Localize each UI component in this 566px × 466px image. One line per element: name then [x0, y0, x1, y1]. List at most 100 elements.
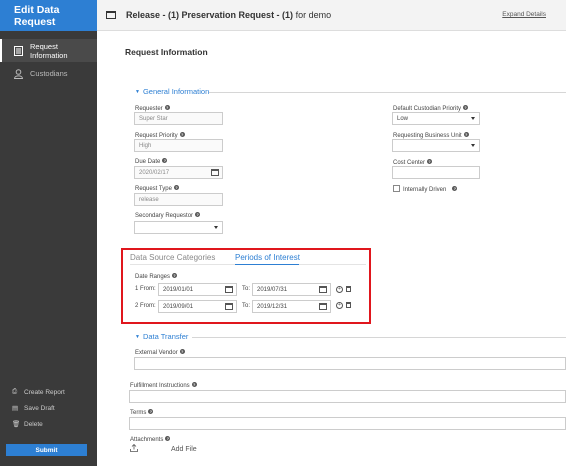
- default-custodian-priority-value: Low: [397, 115, 409, 122]
- date-from-value: 2019/09/01: [163, 303, 194, 310]
- fulfillment-instructions-field[interactable]: [129, 390, 566, 403]
- requester-field[interactable]: Super Star: [134, 112, 223, 125]
- calendar-icon[interactable]: [211, 169, 219, 176]
- sidebar-item-label: Custodians: [30, 69, 68, 78]
- due-date-label-text: Due Date: [135, 159, 161, 165]
- attachments-label-text: Attachments: [130, 437, 164, 443]
- date-to-value: 2019/12/31: [257, 303, 288, 310]
- sidebar-actions: ⎙ Create Report ▤ Save Draft 🗑 Delete: [0, 384, 97, 432]
- active-tab-underline: [235, 264, 299, 265]
- data-transfer-heading: Data Transfer: [142, 332, 189, 341]
- chevron-down-icon: [214, 226, 218, 229]
- add-range-icon[interactable]: +: [336, 302, 343, 309]
- internally-driven-label-text: Internally Driven: [403, 187, 447, 193]
- calendar-icon[interactable]: [319, 303, 327, 310]
- date-from-value: 2019/01/01: [163, 286, 194, 293]
- general-information-toggle[interactable]: ▼ General Information: [135, 87, 209, 96]
- default-custodian-priority-select[interactable]: Low: [392, 112, 480, 125]
- help-icon: ?: [463, 105, 469, 110]
- page-title-bold: Release - (1) Preservation Request - (1): [126, 10, 294, 20]
- sidebar-title: Edit Data Request: [0, 0, 97, 31]
- save-icon: ▤: [12, 405, 19, 412]
- request-type-label: Request Type?: [135, 185, 179, 192]
- date-ranges-label-text: Date Ranges: [135, 274, 171, 280]
- cost-center-label: Cost Center?: [393, 159, 433, 166]
- secondary-requestor-label: Secondary Requestor?: [135, 212, 201, 219]
- requesting-business-unit-label: Requesting Business Unit?: [393, 132, 469, 139]
- sidebar-item-custodians[interactable]: Custodians: [0, 62, 97, 85]
- request-type-field[interactable]: release: [134, 193, 223, 206]
- save-draft-button[interactable]: ▤ Save Draft: [0, 400, 97, 416]
- date-from-field[interactable]: 2019/01/01: [158, 283, 237, 296]
- user-icon: [14, 68, 23, 79]
- request-type-label-text: Request Type: [135, 186, 172, 192]
- cost-center-field[interactable]: [392, 166, 480, 179]
- chevron-down-icon: [471, 144, 475, 147]
- priority-label: Request Priority?: [135, 132, 185, 139]
- due-date-field[interactable]: 2020/02/17: [134, 166, 223, 179]
- page-title-rest: for demo: [293, 10, 332, 20]
- trash-icon[interactable]: [346, 302, 351, 308]
- attachments-label: Attachments?: [130, 436, 171, 443]
- trash-icon[interactable]: [346, 286, 351, 292]
- request-priority-field[interactable]: High: [134, 139, 223, 152]
- calendar-icon[interactable]: [225, 303, 233, 310]
- due-date-value: 2020/02/17: [139, 169, 170, 176]
- external-vendor-field[interactable]: [134, 357, 566, 370]
- sidebar-item-request-information[interactable]: Request Information: [0, 39, 97, 62]
- date-from-field[interactable]: 2019/09/01: [158, 300, 237, 313]
- fulfillment-instructions-label: Fulfillment Instructions?: [130, 382, 197, 389]
- sidebar-item-label: Request Information: [30, 41, 68, 60]
- sidebar: Edit Data Request Request Information Cu…: [0, 0, 97, 466]
- help-icon: ?: [164, 105, 170, 110]
- to-label: To:: [242, 286, 251, 292]
- add-file-button[interactable]: Add File: [171, 446, 197, 453]
- help-icon: ?: [191, 382, 197, 387]
- document-icon: [14, 45, 23, 56]
- help-icon: ?: [162, 158, 168, 163]
- section-title: Request Information: [125, 47, 208, 57]
- date-to-field[interactable]: 2019/12/31: [252, 300, 331, 313]
- tab-data-source-categories[interactable]: Data Source Categories: [130, 253, 215, 262]
- window-icon: [106, 11, 116, 19]
- help-icon: ?: [173, 185, 179, 190]
- sidebar-nav: Request Information Custodians: [0, 39, 97, 85]
- help-icon: ?: [172, 273, 178, 278]
- create-report-button[interactable]: ⎙ Create Report: [0, 384, 97, 400]
- calendar-icon[interactable]: [319, 286, 327, 293]
- terms-label-text: Terms: [130, 410, 147, 416]
- add-range-icon[interactable]: +: [336, 286, 343, 293]
- internally-driven-label: Internally Driven?: [403, 186, 458, 193]
- expand-details-link[interactable]: Expand Details: [502, 11, 546, 18]
- secondary-requestor-select[interactable]: [134, 221, 223, 234]
- terms-field[interactable]: [129, 417, 566, 430]
- date-to-field[interactable]: 2019/07/31: [252, 283, 331, 296]
- internally-driven-checkbox[interactable]: [393, 185, 400, 192]
- create-report-label: Create Report: [24, 388, 65, 396]
- caret-down-icon: ▼: [135, 333, 140, 340]
- main-content: Request Information ▼ General Informatio…: [97, 31, 566, 466]
- requester-label: Requester?: [135, 105, 170, 112]
- from-label: 2 From:: [135, 303, 156, 309]
- tab-periods-of-interest[interactable]: Periods of Interest: [235, 253, 300, 262]
- submit-button[interactable]: Submit: [6, 444, 87, 456]
- data-transfer-toggle[interactable]: ▼ Data Transfer: [135, 332, 188, 341]
- help-icon: ?: [452, 186, 458, 191]
- help-icon: ?: [195, 212, 201, 217]
- trash-icon: 🗑: [12, 421, 21, 428]
- help-icon: ?: [148, 409, 154, 414]
- divider: [209, 92, 566, 93]
- requesting-business-unit-select[interactable]: [392, 139, 480, 152]
- general-information-heading: General Information: [142, 87, 210, 96]
- secondary-requestor-label-text: Secondary Requestor: [135, 213, 194, 219]
- divider: [192, 337, 566, 338]
- upload-icon[interactable]: [130, 443, 138, 454]
- caret-down-icon: ▼: [135, 88, 140, 95]
- fulfillment-instructions-label-text: Fulfillment Instructions: [130, 383, 190, 389]
- calendar-icon[interactable]: [225, 286, 233, 293]
- save-draft-label: Save Draft: [24, 404, 55, 412]
- default-custodian-priority-label: Default Custodian Priority?: [393, 105, 469, 112]
- help-icon: ?: [179, 349, 185, 354]
- terms-label: Terms?: [130, 409, 154, 416]
- delete-button[interactable]: 🗑 Delete: [0, 416, 97, 432]
